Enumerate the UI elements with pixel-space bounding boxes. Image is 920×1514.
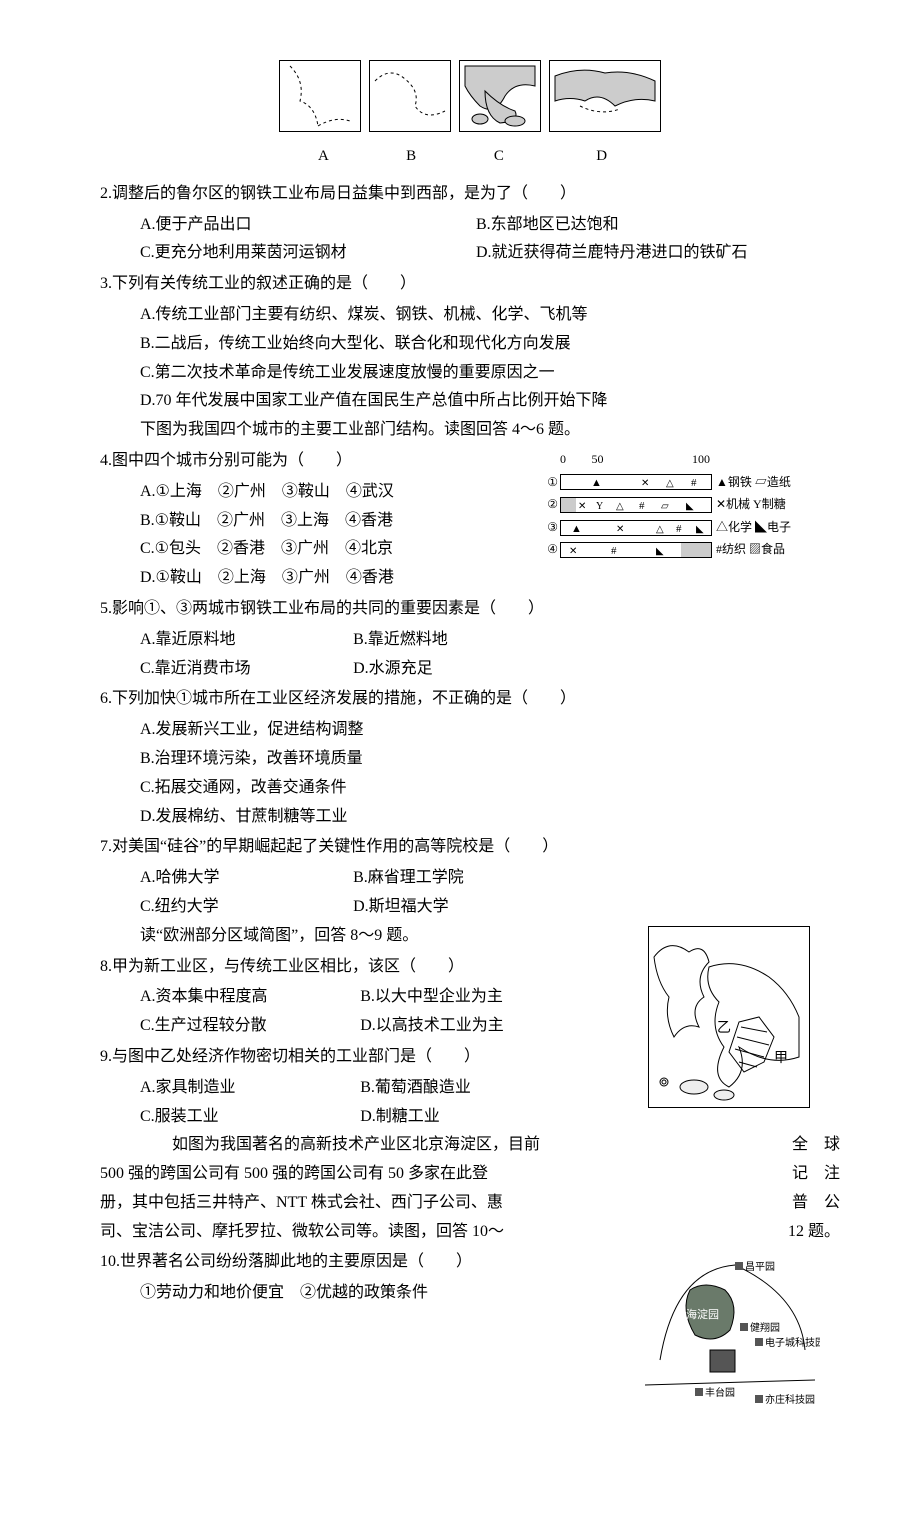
intro10-l3b: 普 公	[792, 1189, 840, 1218]
intro10-l2a: 500 强的跨国公司有 500 强的跨国公司有 50 多家在此登	[100, 1160, 488, 1189]
sketch-label-a: A	[281, 143, 365, 170]
intro10-l3a: 册，其中包括三井特产、NTT 株式会社、西门子公司、惠	[100, 1189, 503, 1218]
svg-text:△: △	[616, 501, 624, 512]
svg-text:#: #	[639, 500, 645, 512]
row3-label: ③	[540, 517, 560, 539]
q6-stem: 6.下列加快①城市所在工业区经济发展的措施，不正确的是（ ）	[100, 685, 840, 714]
q7-opt-c: C.纽约大学	[140, 893, 353, 922]
q3-opt-b: B.二战后，传统工业始终向大型化、联合化和现代化方向发展	[140, 330, 840, 359]
map2-yizhuang: 亦庄科技园	[765, 1393, 815, 1406]
q5-opt-a: A.靠近原料地	[140, 626, 353, 655]
sketch-b	[369, 60, 451, 132]
q3-stem: 3.下列有关传统工业的叙述正确的是（ ）	[100, 270, 840, 299]
map2-fengtai: 丰台园	[705, 1386, 735, 1399]
svg-text:✕: ✕	[641, 478, 649, 489]
q2-opt-a: A.便于产品出口	[140, 211, 476, 240]
q9-opt-d: D.制糖工业	[360, 1103, 580, 1132]
q2-opt-c: C.更充分地利用莱茵河运钢材	[140, 239, 476, 268]
q4-opt-b: B.①鞍山 ②广州 ③上海 ④香港	[140, 507, 530, 536]
q2-opt-b: B.东部地区已达饱和	[476, 211, 812, 240]
svg-text:△: △	[656, 524, 664, 535]
top-map-sketch-row: 100 A B C D	[100, 60, 840, 170]
sketch-a	[279, 60, 361, 132]
legend-2: ✕机械 Y制糖	[712, 494, 840, 516]
sketch-d	[549, 60, 661, 132]
legend-1: ▲钢铁 ▱造纸	[712, 472, 840, 494]
svg-text:✕: ✕	[616, 524, 624, 535]
q6-opt-b: B.治理环境污染，改善环境质量	[140, 745, 840, 774]
svg-text:△: △	[666, 478, 674, 489]
axis-50: 50	[560, 449, 635, 471]
svg-text:✕: ✕	[578, 501, 586, 512]
beijing-haidian-map: 昌平园 海淀园 健翔园 电子城科技园 丰台园 亦庄科技园	[640, 1250, 820, 1410]
q2-opt-d: D.就近获得荷兰鹿特丹港进口的铁矿石	[476, 239, 812, 268]
sketch-label-c: C	[457, 143, 541, 170]
q7-opt-d: D.斯坦福大学	[353, 893, 566, 922]
q6-opt-a: A.发展新兴工业，促进结构调整	[140, 716, 840, 745]
q3-opt-c: C.第二次技术革命是传统工业发展速度放慢的重要原因之一	[140, 359, 840, 388]
map2-dianzicheng: 电子城科技园	[765, 1336, 820, 1349]
map2-jianxiang: 健翔园	[750, 1321, 780, 1334]
q5-opt-c: C.靠近消费市场	[140, 655, 353, 684]
svg-text:◣: ◣	[686, 501, 694, 512]
map-label-jia: 甲	[774, 1051, 788, 1066]
q3-opt-a: A.传统工业部门主要有纺织、煤炭、钢铁、机械、化学、飞机等	[140, 301, 840, 330]
intro10-l1b: 全 球	[792, 1131, 840, 1160]
svg-text:#: #	[676, 523, 682, 535]
intro10-l1a: 如图为我国著名的高新技术产业区北京海淀区，目前	[100, 1131, 540, 1160]
map2-haidian: 海淀园	[686, 1307, 719, 1321]
q6-opt-c: C.拓展交通网，改善交通条件	[140, 774, 840, 803]
sketch-label-b: B	[369, 143, 453, 170]
q8-opt-d: D.以高技术工业为主	[360, 1012, 580, 1041]
svg-text:#: #	[691, 477, 697, 489]
q9-opt-a: A.家具制造业	[140, 1074, 360, 1103]
intro10-l2b: 记 注	[792, 1160, 840, 1189]
q5-opt-b: B.靠近燃料地	[353, 626, 566, 655]
q4-opt-a: A.①上海 ②广州 ③鞍山 ④武汉	[140, 478, 530, 507]
q9-opt-b: B.葡萄酒酿造业	[360, 1074, 580, 1103]
q10-sub: ①劳动力和地价便宜 ②优越的政策条件	[140, 1279, 630, 1308]
q8-opt-b: B.以大中型企业为主	[360, 983, 580, 1012]
q2-stem: 2.调整后的鲁尔区的钢铁工业布局日益集中到西部，是为了（ ）	[100, 180, 840, 209]
q5-stem: 5.影响①、③两城市钢铁工业布局的共同的重要因素是（ ）	[100, 595, 840, 624]
intro10-l4a: 司、宝洁公司、摩托罗拉、微软公司等。读图，回答 10～	[100, 1218, 504, 1247]
q5-opt-d: D.水源充足	[353, 655, 566, 684]
industry-structure-chart: 0 50 100 ① ▲✕△# ▲钢铁 ▱造纸 ② ✕Y△#▱◣ ✕机械 Y制糖…	[540, 449, 840, 562]
q9-opt-c: C.服装工业	[140, 1103, 360, 1132]
legend-3: △化学 ◣电子	[712, 517, 840, 539]
q7-opt-b: B.麻省理工学院	[353, 864, 566, 893]
svg-text:✕: ✕	[569, 546, 577, 557]
q6-opt-d: D.发展棉纺、甘蔗制糖等工业	[140, 803, 840, 832]
row2-label: ②	[540, 494, 560, 516]
q7-stem: 7.对美国“硅谷”的早期崛起起了关键性作用的高等院校是（ ）	[100, 833, 840, 862]
q7-opt-a: A.哈佛大学	[140, 864, 353, 893]
row1-label: ①	[540, 472, 560, 494]
axis-100: 100	[635, 449, 710, 471]
row4-label: ④	[540, 539, 560, 561]
map2-changping: 昌平园	[745, 1261, 775, 1273]
q8-opt-a: A.资本集中程度高	[140, 983, 360, 1012]
sketch-label-d: D	[545, 143, 659, 170]
svg-text:#: #	[611, 545, 617, 557]
svg-text:▱: ▱	[661, 501, 669, 512]
svg-text:▲: ▲	[571, 523, 582, 535]
map-label-yi: 乙	[717, 1020, 731, 1036]
q4-opt-c: C.①包头 ②香港 ③广州 ④北京	[140, 535, 530, 564]
legend-4: #纺织 ▨食品	[712, 539, 840, 561]
intro10-l4b: 12 题。	[788, 1218, 840, 1247]
svg-text:◣: ◣	[656, 546, 664, 557]
svg-text:Y: Y	[596, 501, 603, 512]
intro-4-6: 下图为我国四个城市的主要工业部门结构。读图回答 4～6 题。	[100, 416, 840, 445]
sketch-c: 100	[459, 60, 541, 132]
svg-text:▲: ▲	[591, 477, 602, 489]
q8-opt-c: C.生产过程较分散	[140, 1012, 360, 1041]
svg-text:◣: ◣	[696, 524, 704, 535]
q4-opt-d: D.①鞍山 ②上海 ③广州 ④香港	[140, 564, 530, 593]
q3-opt-d: D.70 年代发展中国家工业产值在国民生产总值中所占比例开始下降	[140, 387, 840, 416]
europe-region-map: 乙 甲	[648, 926, 810, 1108]
